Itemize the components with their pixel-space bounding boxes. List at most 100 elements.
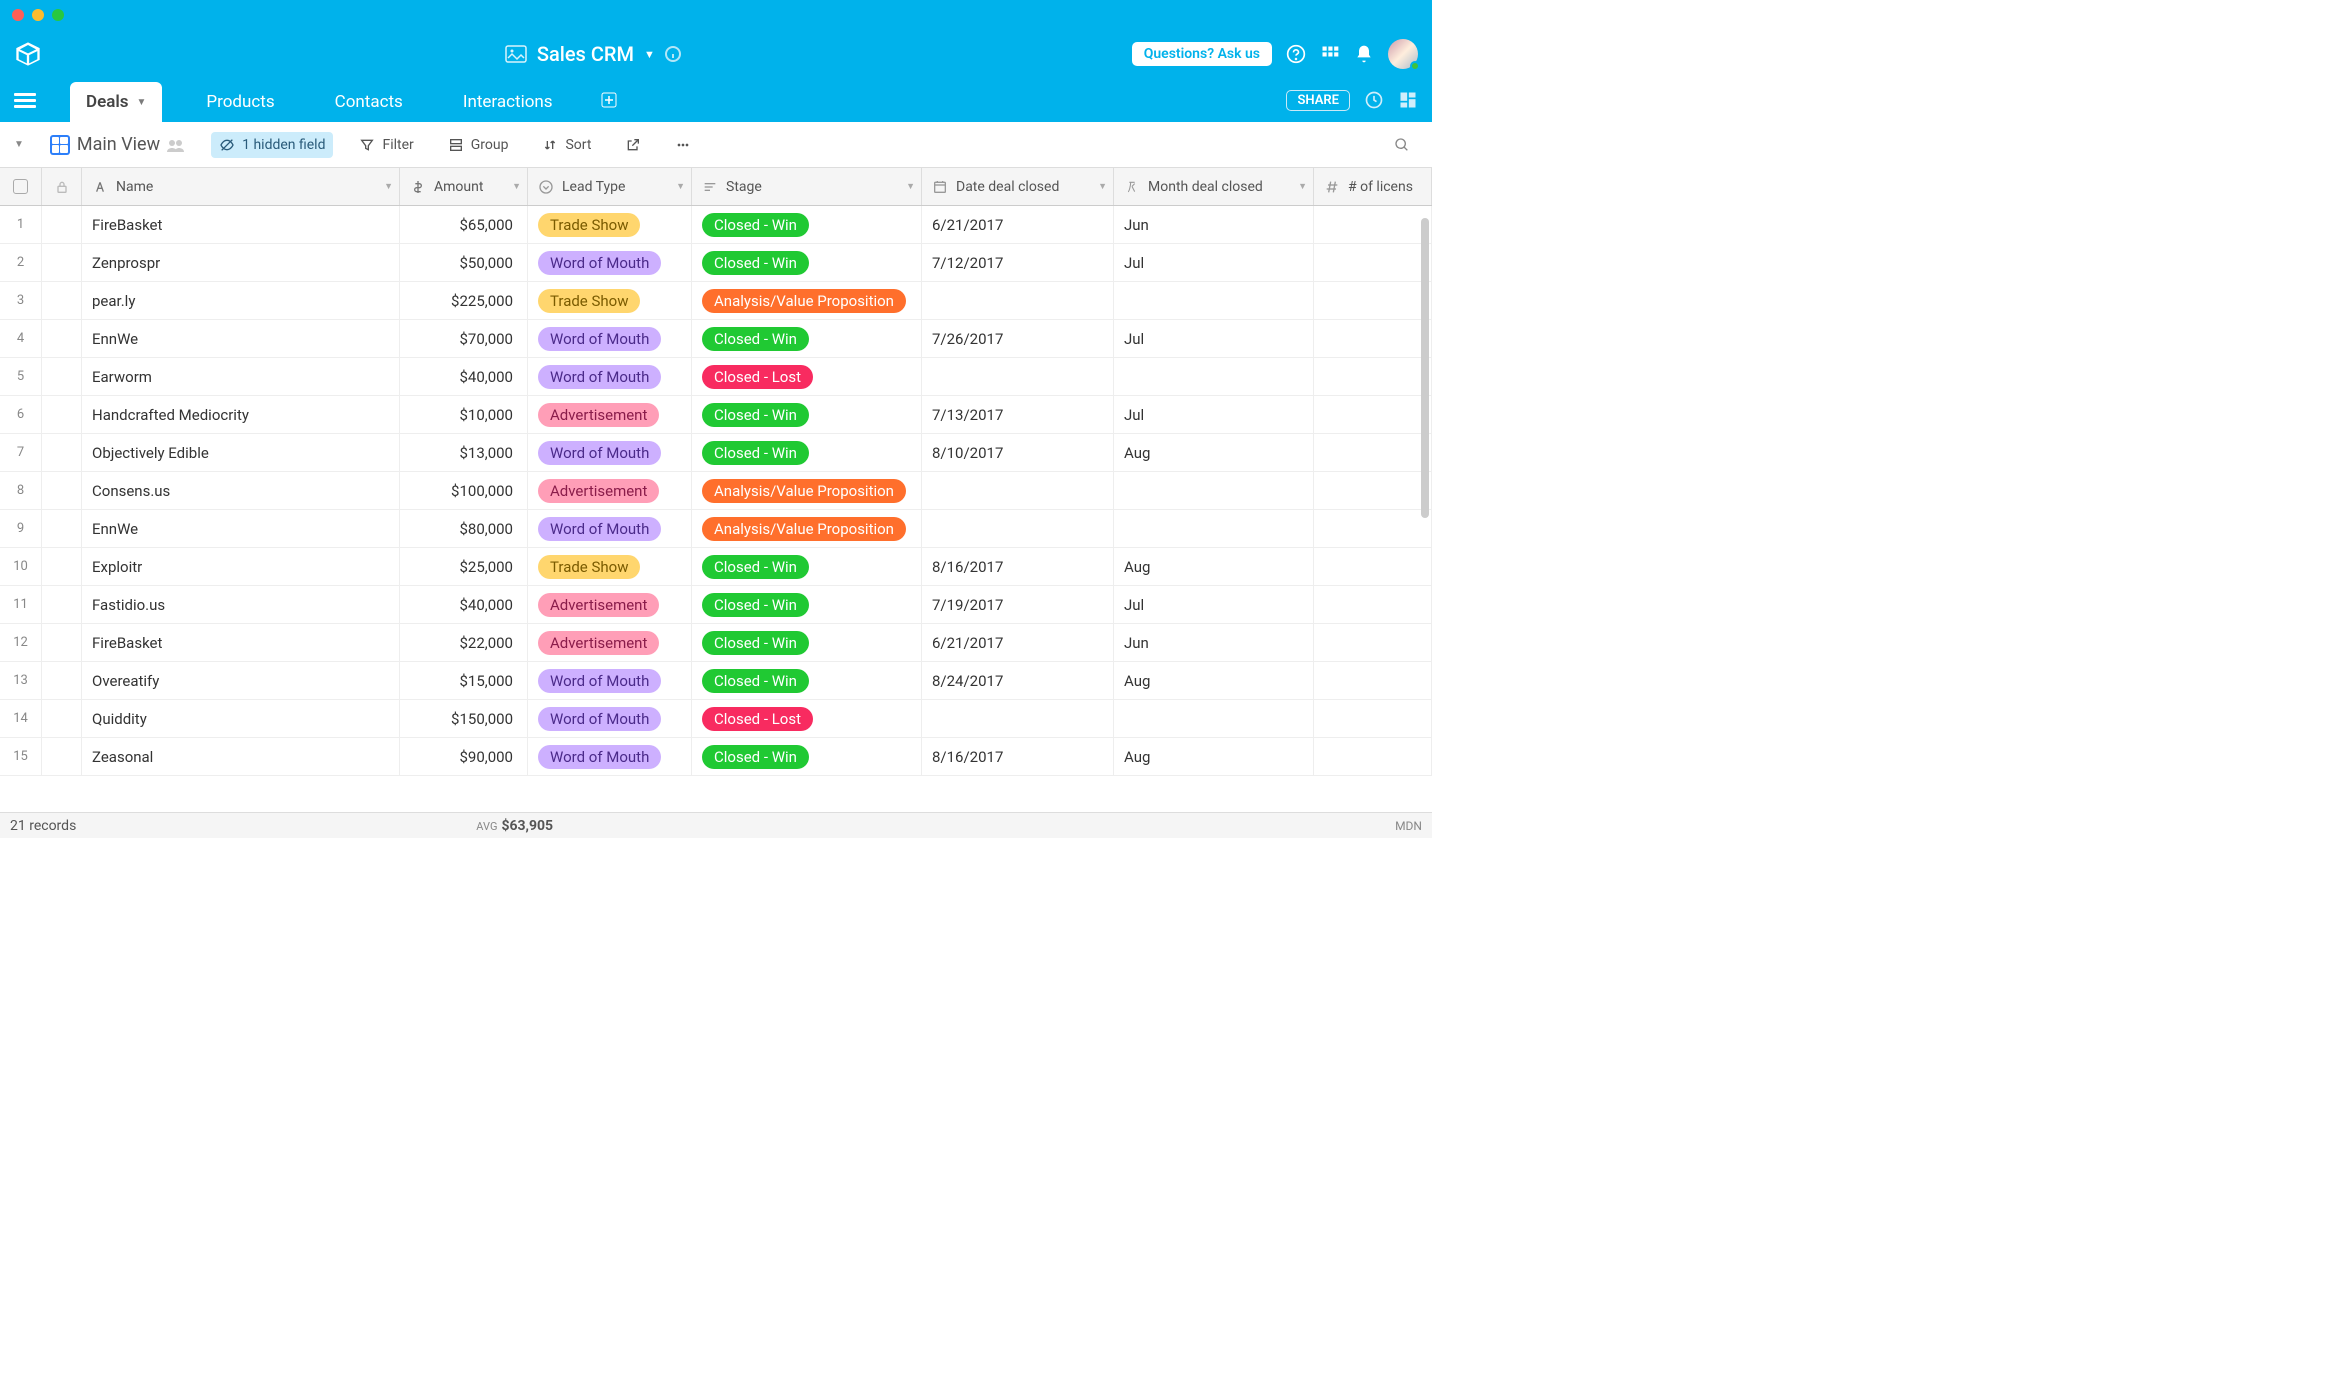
cell-stage[interactable]: Analysis/Value Proposition — [692, 510, 922, 547]
cell-name[interactable]: FireBasket — [82, 206, 400, 243]
help-icon[interactable] — [1286, 44, 1306, 64]
tab-deals[interactable]: Deals▼ — [70, 82, 162, 122]
cell-amount[interactable]: $10,000 — [400, 396, 528, 433]
cell-licenses[interactable] — [1314, 320, 1432, 357]
cell-stage[interactable]: Closed - Lost — [692, 700, 922, 737]
col-name[interactable]: Name▼ — [82, 168, 400, 205]
row-expand[interactable] — [42, 510, 82, 547]
cell-date-closed[interactable]: 7/19/2017 — [922, 586, 1114, 623]
cell-stage[interactable]: Closed - Win — [692, 396, 922, 433]
cell-month-closed[interactable] — [1114, 282, 1314, 319]
cell-stage[interactable]: Closed - Lost — [692, 358, 922, 395]
row-number[interactable]: 9 — [0, 510, 42, 547]
cell-date-closed[interactable]: 6/21/2017 — [922, 624, 1114, 661]
row-number[interactable]: 7 — [0, 434, 42, 471]
row-number[interactable]: 2 — [0, 244, 42, 281]
cell-stage[interactable]: Closed - Win — [692, 624, 922, 661]
filter-button[interactable]: Filter — [351, 132, 421, 158]
cell-date-closed[interactable] — [922, 282, 1114, 319]
user-avatar[interactable] — [1388, 39, 1418, 69]
cell-month-closed[interactable]: Jul — [1114, 396, 1314, 433]
sidebar-toggle-button[interactable] — [14, 93, 36, 108]
cell-licenses[interactable] — [1314, 282, 1432, 319]
cell-stage[interactable]: Closed - Win — [692, 320, 922, 357]
cell-amount[interactable]: $90,000 — [400, 738, 528, 775]
row-number[interactable]: 1 — [0, 206, 42, 243]
cell-date-closed[interactable]: 8/10/2017 — [922, 434, 1114, 471]
row-number[interactable]: 14 — [0, 700, 42, 737]
cell-licenses[interactable] — [1314, 662, 1432, 699]
row-expand[interactable] — [42, 320, 82, 357]
cell-month-closed[interactable]: Jun — [1114, 624, 1314, 661]
row-expand[interactable] — [42, 586, 82, 623]
cell-amount[interactable]: $70,000 — [400, 320, 528, 357]
cell-date-closed[interactable]: 7/13/2017 — [922, 396, 1114, 433]
cell-month-closed[interactable]: Jun — [1114, 206, 1314, 243]
table-row[interactable]: 14Quiddity$150,000Word of MouthClosed - … — [0, 700, 1432, 738]
row-number[interactable]: 5 — [0, 358, 42, 395]
col-lead-type[interactable]: Lead Type▼ — [528, 168, 692, 205]
row-expand[interactable] — [42, 282, 82, 319]
table-row[interactable]: 15Zeasonal$90,000Word of MouthClosed - W… — [0, 738, 1432, 776]
cell-lead-type[interactable]: Word of Mouth — [528, 738, 692, 775]
cell-stage[interactable]: Closed - Win — [692, 206, 922, 243]
group-button[interactable]: Group — [440, 132, 517, 158]
cell-lead-type[interactable]: Advertisement — [528, 396, 692, 433]
row-number[interactable]: 6 — [0, 396, 42, 433]
cell-stage[interactable]: Closed - Win — [692, 662, 922, 699]
table-row[interactable]: 2Zenprospr$50,000Word of MouthClosed - W… — [0, 244, 1432, 282]
cell-stage[interactable]: Analysis/Value Proposition — [692, 282, 922, 319]
base-title[interactable]: Sales CRM — [537, 42, 634, 66]
row-number[interactable]: 15 — [0, 738, 42, 775]
cell-date-closed[interactable]: 8/16/2017 — [922, 738, 1114, 775]
table-row[interactable]: 11Fastidio.us$40,000AdvertisementClosed … — [0, 586, 1432, 624]
view-switcher[interactable]: Main View — [42, 129, 193, 160]
row-number[interactable]: 4 — [0, 320, 42, 357]
cell-lead-type[interactable]: Word of Mouth — [528, 358, 692, 395]
cell-stage[interactable]: Closed - Win — [692, 548, 922, 585]
row-expand[interactable] — [42, 244, 82, 281]
row-expand[interactable] — [42, 472, 82, 509]
row-expand[interactable] — [42, 662, 82, 699]
row-number[interactable]: 10 — [0, 548, 42, 585]
hidden-fields-button[interactable]: 1 hidden field — [211, 132, 333, 158]
cell-amount[interactable]: $15,000 — [400, 662, 528, 699]
cell-stage[interactable]: Analysis/Value Proposition — [692, 472, 922, 509]
tab-products[interactable]: Products — [190, 82, 290, 122]
table-row[interactable]: 5Earworm$40,000Word of MouthClosed - Los… — [0, 358, 1432, 396]
cell-name[interactable]: Consens.us — [82, 472, 400, 509]
table-row[interactable]: 4EnnWe$70,000Word of MouthClosed - Win7/… — [0, 320, 1432, 358]
cell-date-closed[interactable] — [922, 358, 1114, 395]
row-expand[interactable] — [42, 396, 82, 433]
cell-month-closed[interactable] — [1114, 510, 1314, 547]
window-close-button[interactable] — [12, 9, 24, 21]
window-maximize-button[interactable] — [52, 9, 64, 21]
cell-name[interactable]: pear.ly — [82, 282, 400, 319]
cell-lead-type[interactable]: Trade Show — [528, 282, 692, 319]
cell-lead-type[interactable]: Word of Mouth — [528, 244, 692, 281]
table-row[interactable]: 13Overeatify$15,000Word of MouthClosed -… — [0, 662, 1432, 700]
row-expand[interactable] — [42, 700, 82, 737]
cell-amount[interactable]: $50,000 — [400, 244, 528, 281]
table-row[interactable]: 9EnnWe$80,000Word of MouthAnalysis/Value… — [0, 510, 1432, 548]
cell-month-closed[interactable]: Aug — [1114, 662, 1314, 699]
cell-lead-type[interactable]: Word of Mouth — [528, 510, 692, 547]
cell-licenses[interactable] — [1314, 700, 1432, 737]
cell-amount[interactable]: $22,000 — [400, 624, 528, 661]
table-row[interactable]: 10Exploitr$25,000Trade ShowClosed - Win8… — [0, 548, 1432, 586]
base-dropdown-caret[interactable]: ▼ — [644, 48, 655, 61]
cell-date-closed[interactable] — [922, 700, 1114, 737]
table-row[interactable]: 12FireBasket$22,000AdvertisementClosed -… — [0, 624, 1432, 662]
cell-amount[interactable]: $13,000 — [400, 434, 528, 471]
cell-lead-type[interactable]: Trade Show — [528, 206, 692, 243]
cell-lead-type[interactable]: Trade Show — [528, 548, 692, 585]
cell-month-closed[interactable]: Aug — [1114, 548, 1314, 585]
row-number[interactable]: 12 — [0, 624, 42, 661]
cell-amount[interactable]: $65,000 — [400, 206, 528, 243]
cell-amount[interactable]: $40,000 — [400, 586, 528, 623]
row-expand[interactable] — [42, 548, 82, 585]
cell-month-closed[interactable] — [1114, 358, 1314, 395]
row-expand[interactable] — [42, 358, 82, 395]
cell-lead-type[interactable]: Word of Mouth — [528, 320, 692, 357]
cell-date-closed[interactable] — [922, 510, 1114, 547]
